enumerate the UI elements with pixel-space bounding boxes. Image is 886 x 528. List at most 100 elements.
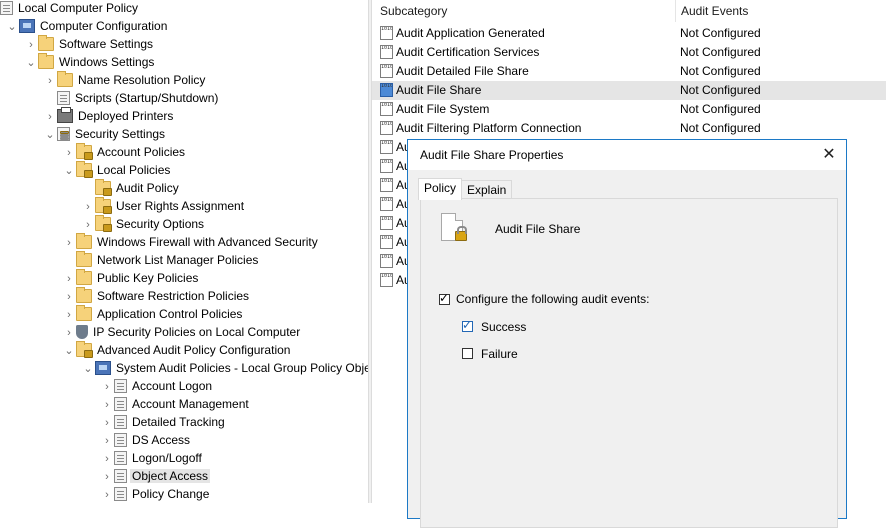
close-icon[interactable]: ✕	[818, 144, 840, 166]
list-item[interactable]: 1010 0101 1010Audit File System Not Confi…	[372, 100, 886, 119]
list-item[interactable]: 1010 0101 1010Audit Application Generate…	[372, 24, 886, 43]
expand-chevron-icon[interactable]: ›	[100, 396, 114, 414]
tree-item[interactable]: › IP Security Policies on Local Computer	[62, 323, 302, 341]
tree-item[interactable]: Scripts (Startup/Shutdown)	[43, 89, 220, 107]
tree-item[interactable]: › Deployed Printers	[43, 107, 175, 125]
tree-item[interactable]: › DS Access	[100, 431, 192, 449]
expand-chevron-icon[interactable]: ›	[100, 378, 114, 396]
tree-item[interactable]: › Object Access	[100, 467, 211, 486]
tree-item[interactable]: Audit Policy	[81, 179, 181, 197]
expand-chevron-icon[interactable]: ›	[62, 144, 76, 162]
tree-item[interactable]: › Detailed Tracking	[100, 413, 227, 431]
collapse-chevron-icon[interactable]: ⌄	[24, 54, 38, 72]
tree-item[interactable]: › Security Options	[81, 215, 206, 233]
tree-item-label: Software Restriction Policies	[97, 289, 250, 303]
audit-doc-icon	[114, 451, 127, 465]
tree-item[interactable]: › User Rights Assignment	[81, 197, 246, 215]
tab-policy[interactable]: Policy	[418, 178, 463, 200]
expand-chevron-icon[interactable]: ›	[24, 36, 38, 54]
list-item[interactable]: 1010 0101 1010Audit Certification Servic…	[372, 43, 886, 62]
tree-item[interactable]: › Software Settings	[24, 35, 155, 53]
expand-chevron-icon[interactable]: ›	[81, 198, 95, 216]
tree-item[interactable]: ⌄ Windows Settings	[24, 53, 156, 71]
tree-item[interactable]: › Policy Change	[100, 485, 211, 503]
expand-chevron-icon[interactable]: ›	[43, 72, 57, 90]
expand-chevron-icon[interactable]: ›	[100, 414, 114, 432]
column-header-subcategory[interactable]: Subcategory	[380, 0, 447, 22]
collapse-chevron-icon[interactable]: ⌄	[62, 162, 76, 180]
tree-item[interactable]: › Windows Firewall with Advanced Security	[62, 233, 320, 251]
audit-file-share-properties-dialog: Audit File Share Properties ✕ Policy Exp…	[407, 139, 847, 528]
expand-chevron-icon[interactable]: ›	[100, 450, 114, 468]
expand-chevron-icon[interactable]: ›	[100, 468, 114, 486]
tree-item[interactable]: ⌄ Security Settings	[43, 125, 167, 143]
audit-subcategory-icon: 1010 0101 1010	[380, 178, 393, 192]
column-header-audit-events[interactable]: Audit Events	[675, 0, 748, 22]
tree-item[interactable]: ⌄ Advanced Audit Policy Configuration	[62, 341, 292, 359]
tree-item[interactable]: ⌄ System Audit Policies - Local Group Pol…	[81, 359, 368, 377]
tree-item[interactable]: ⌄ Computer Configuration	[5, 17, 169, 35]
audit-doc-icon	[114, 487, 127, 501]
expand-chevron-icon[interactable]: ›	[43, 108, 57, 126]
expand-chevron-icon[interactable]: ›	[100, 486, 114, 503]
tree-item-label: Name Resolution Policy	[78, 73, 206, 87]
tree-item-label: DS Access	[132, 433, 191, 447]
dialog-title-bar[interactable]: Audit File Share Properties ✕	[408, 140, 846, 170]
expand-chevron-icon[interactable]: ›	[62, 288, 76, 306]
list-item[interactable]: 1010 0101 1010Audit Filtering Platform C…	[372, 119, 886, 138]
dialog-title: Audit File Share Properties	[420, 148, 564, 162]
console-tree[interactable]: Local Computer Policy ⌄ Computer Configura…	[0, 0, 368, 503]
tree-item-label: User Rights Assignment	[116, 199, 245, 213]
tab-explain[interactable]: Explain	[461, 180, 513, 199]
tree-item-label: Detailed Tracking	[132, 415, 225, 429]
audit-events-value: Not Configured	[680, 26, 761, 40]
policy-name: Audit File Share	[495, 222, 581, 236]
subcategory-name: Audit Application Generated	[396, 26, 545, 40]
collapse-chevron-icon[interactable]: ⌄	[81, 360, 95, 378]
tree-item[interactable]: › Account Management	[100, 395, 251, 413]
expand-chevron-icon[interactable]: ›	[62, 234, 76, 252]
collapse-chevron-icon[interactable]: ⌄	[5, 18, 19, 36]
expand-chevron-icon[interactable]: ›	[62, 270, 76, 288]
tree-item[interactable]: › Public Key Policies	[62, 269, 200, 287]
tree-item-label: Application Control Policies	[97, 307, 243, 321]
locked-folder-icon	[76, 161, 93, 178]
tree-item-label: Policy Change	[132, 487, 210, 501]
subcategory-name: Audit File Share	[396, 83, 482, 97]
collapse-chevron-icon[interactable]: ⌄	[43, 126, 57, 144]
audit-subcategory-icon: 1010 0101 1010	[380, 64, 393, 78]
collapse-chevron-icon[interactable]: ⌄	[62, 342, 76, 360]
list-item[interactable]: 1010 0101 1010Audit Detailed File Share N…	[372, 62, 886, 81]
folder-icon	[38, 35, 54, 51]
expand-chevron-icon[interactable]: ›	[62, 306, 76, 324]
configure-audit-events-checkbox[interactable]: ✓	[439, 291, 450, 305]
tree-item[interactable]: ⌄ Local Policies	[62, 161, 172, 179]
audit-events-value: Not Configured	[680, 121, 761, 135]
audit-events-value: Not Configured	[680, 64, 761, 78]
failure-label[interactable]: Failure	[481, 347, 518, 361]
tree-item[interactable]: › Logon/Logoff	[100, 449, 204, 467]
tree-item[interactable]: › Account Logon	[100, 377, 214, 395]
failure-checkbox[interactable]	[462, 348, 473, 359]
tree-item-label: Account Management	[132, 397, 249, 411]
tree-item-label: Local Computer Policy	[18, 1, 139, 15]
expand-chevron-icon[interactable]: ›	[81, 216, 95, 234]
audit-events-value: Not Configured	[680, 83, 761, 97]
ip-security-icon	[76, 325, 88, 339]
success-label[interactable]: Success	[481, 320, 526, 334]
tree-item[interactable]: › Software Restriction Policies	[62, 287, 251, 305]
tree-item[interactable]: › Account Policies	[62, 143, 187, 161]
audit-policies-icon	[95, 361, 111, 375]
tree-item-label: Deployed Printers	[78, 109, 174, 123]
success-checkbox[interactable]: ✓	[462, 318, 473, 332]
configure-audit-events-label[interactable]: Configure the following audit events:	[456, 292, 649, 306]
tree-item[interactable]: › Name Resolution Policy	[43, 71, 207, 89]
expand-chevron-icon[interactable]: ›	[100, 432, 114, 450]
padlock-icon	[455, 226, 467, 241]
list-item[interactable]: 1010 0101 1010Audit File Share Not Config…	[372, 81, 886, 100]
tree-item[interactable]: › Application Control Policies	[62, 305, 244, 323]
tree-item-label: Security Options	[116, 217, 205, 231]
tree-item[interactable]: Local Computer Policy	[0, 0, 140, 17]
expand-chevron-icon[interactable]: ›	[62, 324, 76, 342]
tree-item[interactable]: Network List Manager Policies	[62, 251, 260, 269]
